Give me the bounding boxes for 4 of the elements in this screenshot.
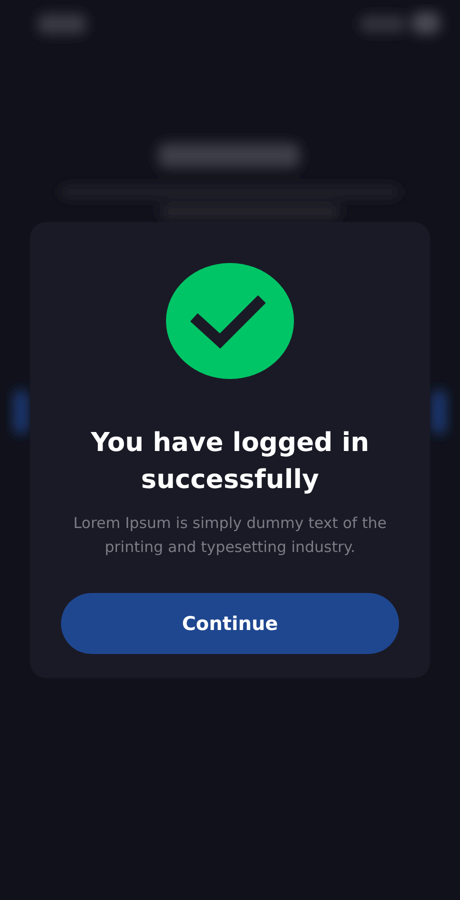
dialog-message: Lorem Ipsum is simply dummy text of the printing and typesetting industry. [72, 513, 388, 558]
continue-button[interactable]: Continue [61, 593, 399, 654]
check-icon [166, 263, 294, 379]
dialog-title: You have logged in successfully [90, 427, 370, 497]
